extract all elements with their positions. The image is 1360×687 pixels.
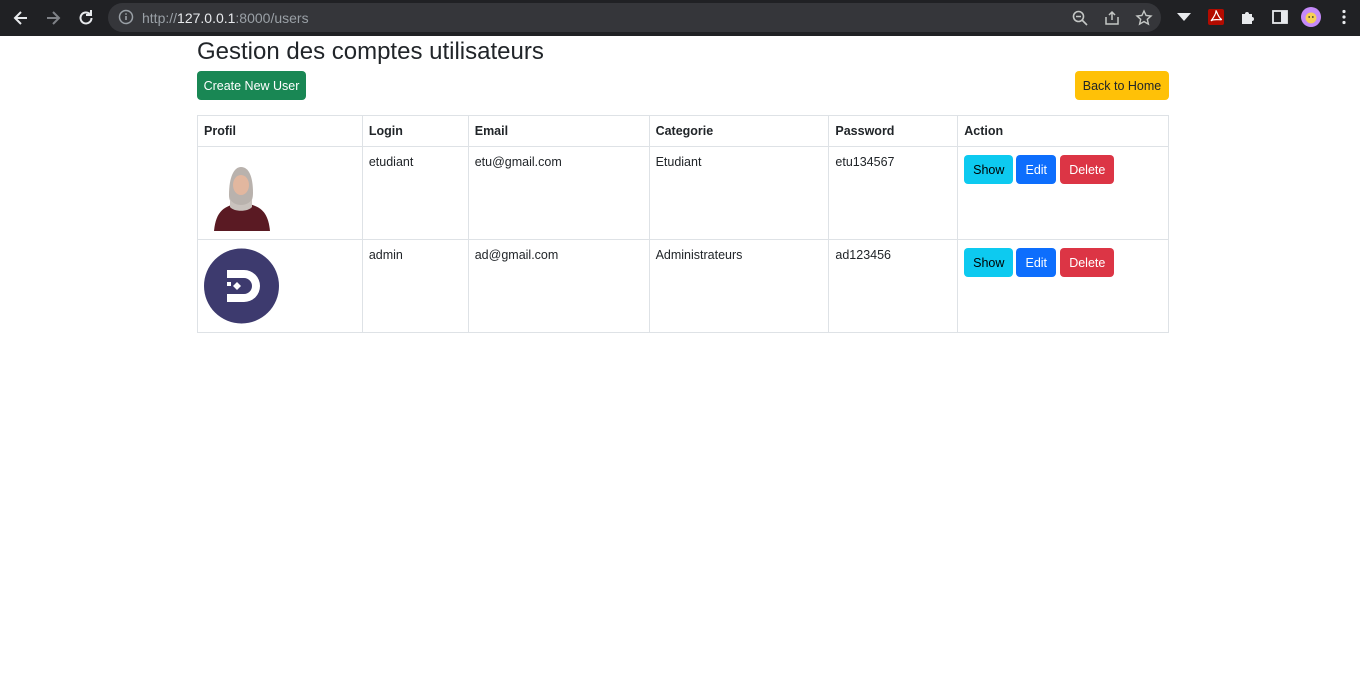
- extensions-puzzle-icon[interactable]: [1238, 7, 1258, 27]
- browser-toolbar: http://127.0.0.1:8000/users: [0, 0, 1360, 36]
- address-bar[interactable]: http://127.0.0.1:8000/users: [108, 3, 1161, 32]
- header-profil: Profil: [197, 115, 363, 147]
- delete-button[interactable]: Delete: [1060, 155, 1115, 184]
- forward-icon[interactable]: [41, 6, 65, 30]
- login-cell: etudiant: [361, 146, 469, 240]
- page-title: Gestion des comptes utilisateurs: [197, 38, 544, 65]
- profile-cell: [197, 239, 363, 333]
- edit-button[interactable]: Edit: [1016, 155, 1057, 184]
- reload-icon[interactable]: [74, 6, 98, 30]
- pdf-extension-icon[interactable]: [1206, 7, 1226, 27]
- profile-avatar-icon[interactable]: [1301, 7, 1321, 27]
- browser-menu-icon[interactable]: [1334, 7, 1354, 27]
- header-login: Login: [361, 115, 469, 147]
- header-action: Action: [957, 115, 1169, 147]
- profile-cell: [197, 146, 363, 240]
- header-categorie: Categorie: [648, 115, 830, 147]
- extension-dropdown-icon[interactable]: [1174, 7, 1194, 27]
- edit-button[interactable]: Edit: [1016, 248, 1057, 277]
- zoom-icon[interactable]: [1071, 9, 1089, 27]
- table-header-row: Profil Login Email Categorie Password Ac…: [197, 115, 1169, 147]
- login-cell: admin: [361, 239, 469, 333]
- share-icon[interactable]: [1103, 9, 1121, 27]
- bookmark-star-icon[interactable]: [1135, 9, 1153, 27]
- side-panel-icon[interactable]: [1270, 7, 1290, 27]
- url-text[interactable]: http://127.0.0.1:8000/users: [142, 10, 309, 26]
- create-new-user-button[interactable]: Create New User: [197, 71, 306, 100]
- email-cell: etu@gmail.com: [467, 146, 650, 240]
- action-cell: Show Edit Delete: [957, 146, 1169, 240]
- logo-avatar: [204, 248, 279, 324]
- users-table: Profil Login Email Categorie Password Ac…: [197, 115, 1169, 333]
- password-cell: etu134567: [828, 146, 959, 240]
- back-to-home-button[interactable]: Back to Home: [1075, 71, 1169, 100]
- categorie-cell: Etudiant: [648, 146, 830, 240]
- show-button[interactable]: Show: [964, 248, 1014, 277]
- header-email: Email: [467, 115, 650, 147]
- categorie-cell: Administrateurs: [648, 239, 830, 333]
- email-cell: ad@gmail.com: [467, 239, 650, 333]
- show-button[interactable]: Show: [964, 155, 1014, 184]
- url-host: 127.0.0.1: [177, 10, 236, 26]
- delete-button[interactable]: Delete: [1060, 248, 1115, 277]
- password-cell: ad123456: [828, 239, 959, 333]
- info-icon[interactable]: [118, 9, 134, 25]
- url-scheme: http://: [142, 10, 178, 26]
- action-cell: Show Edit Delete: [957, 239, 1169, 333]
- user-photo-avatar: [204, 155, 280, 231]
- table-row: admin ad@gmail.com Administrateurs ad123…: [197, 239, 1169, 333]
- back-icon[interactable]: [9, 6, 33, 30]
- url-path: :8000/users: [235, 10, 309, 26]
- header-password: Password: [828, 115, 959, 147]
- table-row: etudiant etu@gmail.com Etudiant etu13456…: [197, 146, 1169, 240]
